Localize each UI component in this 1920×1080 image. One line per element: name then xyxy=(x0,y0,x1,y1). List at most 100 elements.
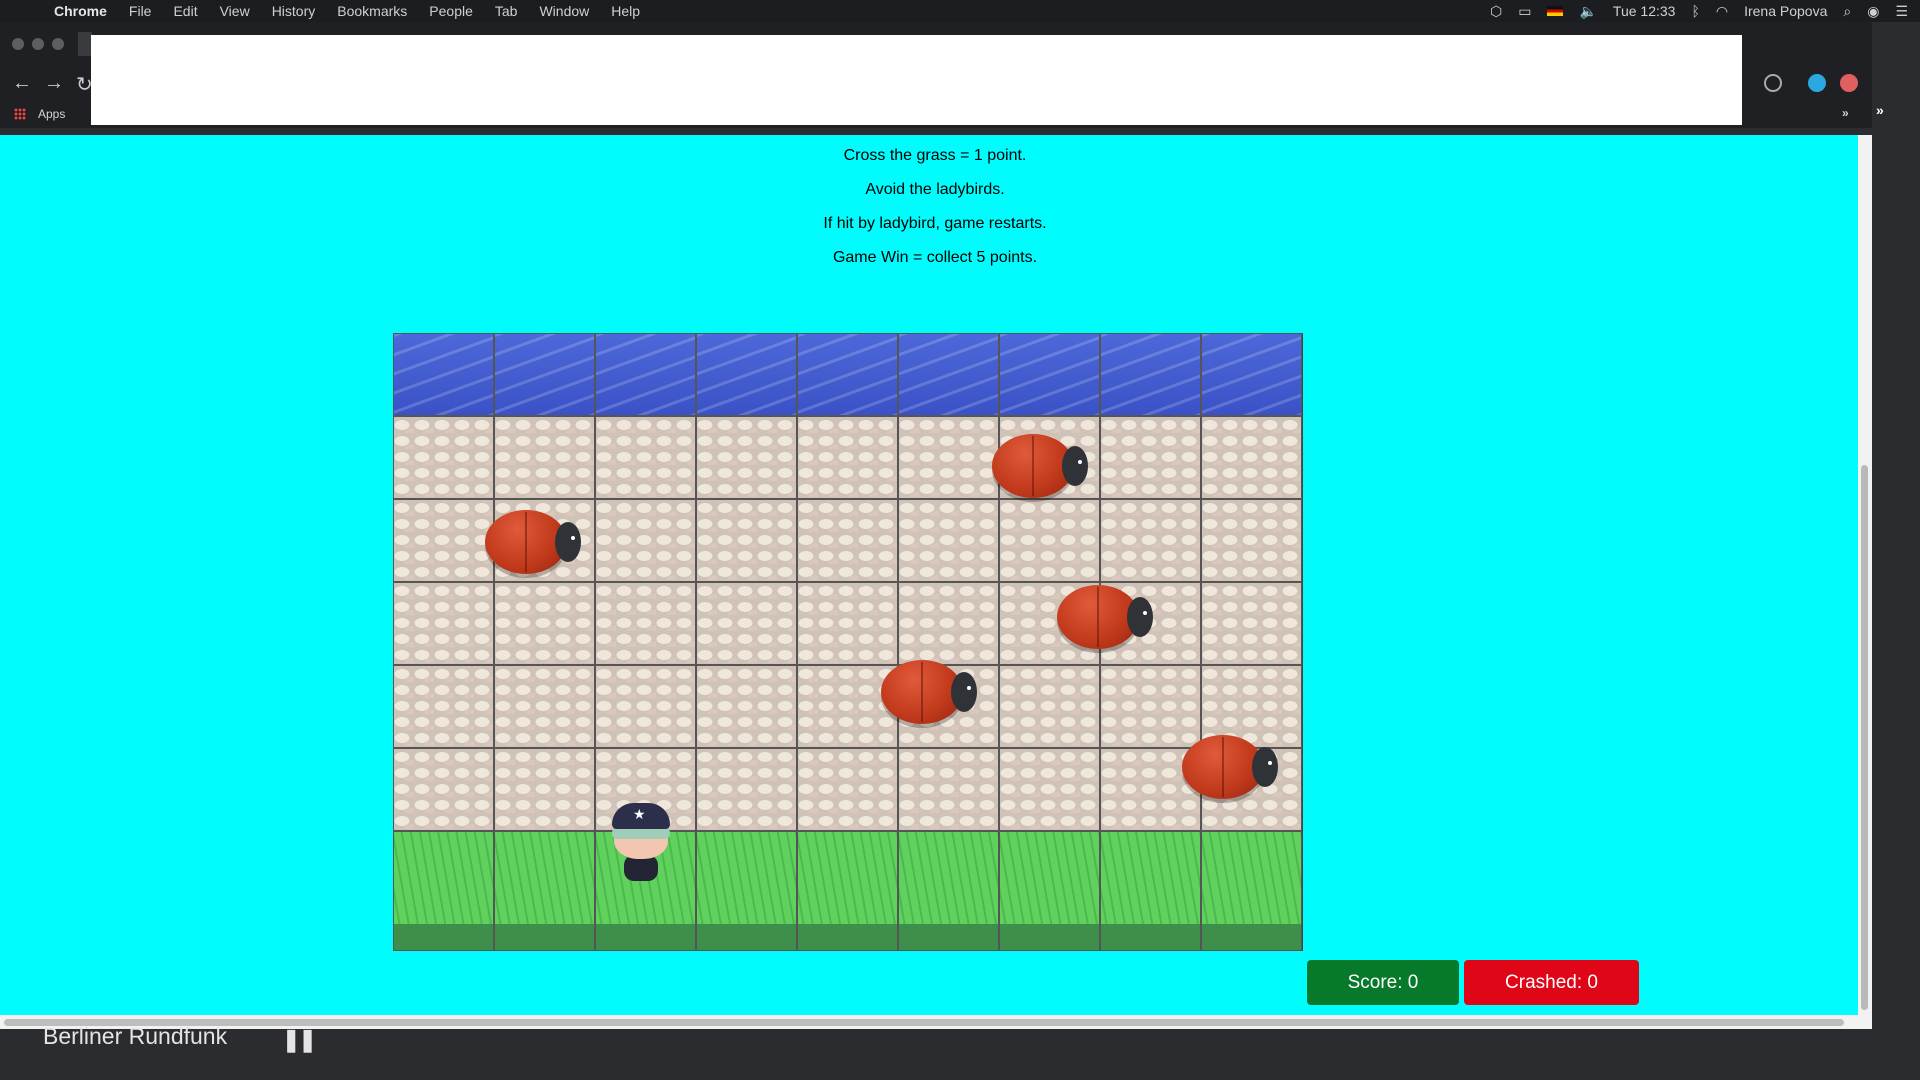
water-tile xyxy=(999,333,1100,416)
instruction-line: Cross the grass = 1 point. xyxy=(843,147,1027,164)
menu-app-name[interactable]: Chrome xyxy=(54,3,107,19)
menu-people[interactable]: People xyxy=(429,3,473,19)
stone-tile xyxy=(999,748,1100,831)
clock[interactable]: Tue 12:33 xyxy=(1613,3,1676,19)
back-arrow-icon[interactable]: ← xyxy=(12,72,32,95)
pause-icon[interactable]: ❚❚ xyxy=(282,1027,317,1053)
grass-tile xyxy=(797,831,898,951)
forward-arrow-icon[interactable]: → xyxy=(44,72,64,95)
stone-tile xyxy=(393,416,494,499)
menu-help[interactable]: Help xyxy=(611,3,640,19)
spotlight-search-icon[interactable]: ⌕ xyxy=(1843,3,1851,20)
stone-tile xyxy=(797,748,898,831)
stone-tile xyxy=(696,748,797,831)
minimize-window-icon[interactable] xyxy=(32,38,44,50)
grass-tile xyxy=(393,831,494,951)
water-tile xyxy=(898,333,999,416)
stone-tile xyxy=(595,499,696,582)
dropbox-icon[interactable]: ⬡ xyxy=(1490,3,1502,20)
menu-view[interactable]: View xyxy=(220,3,250,19)
stone-tile xyxy=(1100,416,1201,499)
toolbar-overflow-button[interactable]: » xyxy=(1876,102,1884,118)
ladybird-enemy xyxy=(881,660,977,726)
stone-tile xyxy=(393,499,494,582)
stone-tile xyxy=(494,665,595,748)
stone-tile xyxy=(696,582,797,665)
browser-tab[interactable] xyxy=(78,32,92,56)
menu-edit[interactable]: Edit xyxy=(173,3,197,19)
stone-tile xyxy=(696,665,797,748)
menu-bookmarks[interactable]: Bookmarks xyxy=(337,3,407,19)
grass-tile xyxy=(1201,831,1302,951)
stone-tile xyxy=(1201,416,1302,499)
instruction-line: If hit by ladybird, game restarts. xyxy=(823,215,1047,232)
stone-tile xyxy=(494,582,595,665)
score-badge: Score: 0 xyxy=(1307,960,1459,1005)
instruction-line: Avoid the ladybirds. xyxy=(865,181,1005,198)
horizontal-scrollbar[interactable] xyxy=(0,1015,1872,1029)
stone-tile xyxy=(898,748,999,831)
bookmarks-overflow-button[interactable]: » xyxy=(1842,106,1849,120)
stone-tile xyxy=(595,582,696,665)
volume-icon[interactable]: 🔈 xyxy=(1579,3,1596,20)
battery-icon[interactable]: ▭ xyxy=(1518,3,1531,20)
stone-tile xyxy=(595,665,696,748)
stone-tile xyxy=(595,416,696,499)
game-board[interactable] xyxy=(393,333,1303,951)
notification-center-icon[interactable]: ☰ xyxy=(1895,3,1908,20)
player-character[interactable]: ★ xyxy=(606,803,676,883)
wifi-icon[interactable]: ◠ xyxy=(1716,3,1728,20)
water-tile xyxy=(393,333,494,416)
apps-grid-icon[interactable] xyxy=(14,108,26,120)
ladybird-enemy xyxy=(992,434,1088,500)
mac-menubar: Chrome File Edit View History Bookmarks … xyxy=(0,0,1920,22)
menubar-status-area: ⬡ ▭ 🔈 Tue 12:33 ᛒ ◠ Irena Popova ⌕ ◉ ☰ xyxy=(1490,0,1908,22)
grass-tile xyxy=(898,831,999,951)
menu-tab[interactable]: Tab xyxy=(495,3,518,19)
menu-file[interactable]: File xyxy=(129,3,152,19)
ladybird-enemy xyxy=(1057,585,1153,651)
star-icon: ★ xyxy=(633,806,646,822)
stone-tile xyxy=(393,582,494,665)
sync-icon[interactable] xyxy=(1764,74,1782,92)
water-tile xyxy=(797,333,898,416)
extension-icon[interactable] xyxy=(1808,74,1826,92)
overlay-panel xyxy=(91,35,1742,125)
siri-icon[interactable]: ◉ xyxy=(1867,3,1879,20)
grass-tile xyxy=(1100,831,1201,951)
station-name: Berliner Rundfunk xyxy=(43,1023,228,1049)
menu-window[interactable]: Window xyxy=(539,3,589,19)
close-window-icon[interactable] xyxy=(12,38,24,50)
grass-tile xyxy=(999,831,1100,951)
instruction-line: Game Win = collect 5 points. xyxy=(832,249,1038,266)
water-tile xyxy=(1100,333,1201,416)
crashed-badge: Crashed: 0 xyxy=(1464,960,1639,1005)
vertical-scroll-thumb[interactable] xyxy=(1861,465,1868,1010)
stone-tile xyxy=(494,416,595,499)
ladybird-enemy xyxy=(485,510,581,576)
grass-tile xyxy=(494,831,595,951)
stone-tile xyxy=(494,748,595,831)
ladybird-enemy xyxy=(1182,735,1278,801)
stone-tile xyxy=(797,416,898,499)
window-controls xyxy=(12,38,64,50)
stone-tile xyxy=(393,665,494,748)
stone-tile xyxy=(696,416,797,499)
zoom-window-icon[interactable] xyxy=(52,38,64,50)
stone-tile xyxy=(1201,582,1302,665)
user-name[interactable]: Irena Popova xyxy=(1744,3,1827,19)
menu-history[interactable]: History xyxy=(272,3,316,19)
horizontal-scroll-thumb[interactable] xyxy=(4,1019,1844,1026)
stone-tile xyxy=(1100,499,1201,582)
input-source-flag-icon[interactable] xyxy=(1547,6,1564,16)
stone-tile xyxy=(393,748,494,831)
stone-tile xyxy=(898,499,999,582)
bookmark-apps[interactable]: Apps xyxy=(38,107,65,121)
stone-tile xyxy=(999,665,1100,748)
water-tile xyxy=(1201,333,1302,416)
bluetooth-icon[interactable]: ᛒ xyxy=(1691,3,1699,19)
extension-icon[interactable] xyxy=(1840,74,1858,92)
stone-tile xyxy=(1201,499,1302,582)
water-tile xyxy=(696,333,797,416)
vertical-scrollbar[interactable] xyxy=(1858,135,1872,1015)
